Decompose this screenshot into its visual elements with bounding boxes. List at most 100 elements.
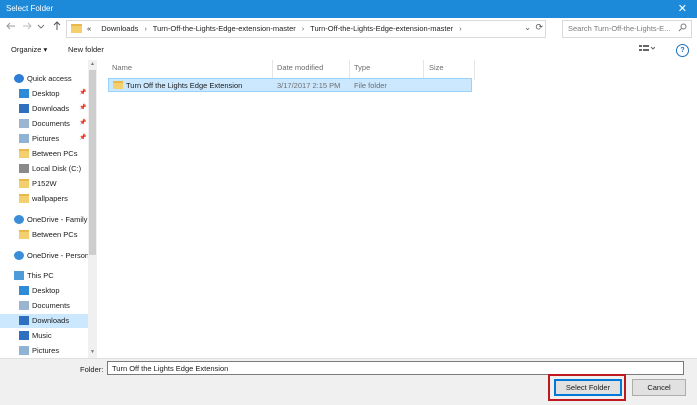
chevron-right-icon[interactable]: ›: [302, 26, 304, 33]
search-input[interactable]: Search Turn-Off-the-Lights-E...: [562, 20, 692, 38]
address-dropdown-icon[interactable]: ⌄: [524, 23, 531, 32]
download-icon: [19, 316, 29, 325]
column-divider[interactable]: [349, 60, 350, 80]
search-placeholder: Search Turn-Off-the-Lights-E...: [568, 24, 671, 33]
arrow-left-icon: [6, 22, 15, 30]
back-button[interactable]: [4, 21, 18, 35]
desktop-icon: [19, 286, 29, 295]
sidebar-item[interactable]: Pictures 📌: [0, 132, 88, 146]
scroll-up-icon[interactable]: ▲: [89, 61, 96, 67]
help-button[interactable]: ?: [676, 44, 689, 57]
address-bar[interactable]: « Downloads › Turn-Off-the-Lights-Edge-e…: [66, 20, 546, 38]
navigation-scrollbar[interactable]: ▲ ▼: [88, 60, 97, 358]
desktop-icon: [19, 89, 29, 98]
sidebar-item-label: Quick access: [27, 74, 72, 83]
command-bar: Organize ▾ New folder ?: [0, 40, 697, 60]
computer-icon: [14, 271, 24, 280]
sidebar-item-label: P152W: [32, 179, 57, 188]
cancel-button[interactable]: Cancel: [632, 379, 686, 396]
documents-icon: [19, 301, 29, 310]
sidebar-item-label: Documents: [32, 119, 70, 128]
close-icon[interactable]: ✕: [678, 2, 687, 15]
sidebar-item[interactable]: wallpapers: [0, 192, 88, 206]
arrow-up-icon: [53, 21, 61, 30]
view-options-icon[interactable]: [639, 44, 656, 55]
folder-icon: [71, 24, 82, 33]
pin-icon: 📌: [79, 135, 87, 141]
sidebar-item-label: Downloads: [32, 104, 70, 113]
sidebar-item-label: Between PCs: [32, 149, 78, 158]
folder-icon: [19, 230, 29, 239]
organize-menu[interactable]: Organize ▾: [11, 45, 47, 54]
sidebar-item[interactable]: Pictures: [0, 344, 88, 358]
search-icon[interactable]: [678, 23, 687, 34]
column-header-size[interactable]: Size: [429, 63, 444, 77]
sidebar-item[interactable]: Music: [0, 329, 88, 343]
column-header-name[interactable]: Name: [112, 63, 132, 77]
sidebar-item[interactable]: OneDrive - Person: [0, 249, 89, 263]
column-header-date[interactable]: Date modified: [277, 63, 323, 77]
sidebar-item[interactable]: Desktop: [0, 284, 88, 298]
window-title: Select Folder: [6, 4, 54, 13]
recent-locations-button[interactable]: [34, 21, 48, 35]
sidebar-item[interactable]: Desktop 📌: [0, 87, 88, 101]
refresh-icon[interactable]: ⟳: [535, 22, 543, 33]
column-divider[interactable]: [423, 60, 424, 80]
folder-icon: [113, 81, 123, 89]
navigation-bar: « Downloads › Turn-Off-the-Lights-Edge-e…: [0, 18, 697, 41]
sidebar-item-label: This PC: [27, 271, 54, 280]
sidebar-item[interactable]: Quick access: [0, 72, 88, 86]
sidebar-item[interactable]: Downloads: [0, 314, 88, 328]
sidebar-item-label: Between PCs: [32, 230, 78, 239]
arrow-right-icon: [23, 22, 32, 30]
navigation-pane: Quick access Desktop 📌 Downloads 📌 Documents 📌…: [0, 60, 97, 358]
sidebar-item-label: Desktop: [32, 286, 60, 295]
download-icon: [19, 104, 29, 113]
title-bar: Select Folder ✕: [0, 0, 697, 18]
sidebar-item-label: OneDrive - Family: [27, 215, 88, 224]
sidebar-item[interactable]: Between PCs: [0, 147, 88, 161]
scroll-down-icon[interactable]: ▼: [89, 349, 96, 355]
sidebar-item-label: Music: [32, 331, 52, 340]
sidebar-item[interactable]: OneDrive - Family: [0, 213, 88, 227]
file-row[interactable]: Turn Off the Lights Edge Extension 3/17/…: [108, 78, 472, 92]
folder-label: Folder:: [80, 365, 104, 374]
scrollbar-thumb[interactable]: [89, 70, 96, 255]
sidebar-item-label: wallpapers: [32, 194, 68, 203]
folder-icon: [19, 149, 29, 158]
breadcrumb-overflow[interactable]: «: [87, 24, 91, 33]
file-date: 3/17/2017 2:15 PM: [277, 81, 341, 90]
sidebar-item[interactable]: Documents 📌: [0, 117, 88, 131]
column-divider[interactable]: [272, 60, 273, 80]
folder-icon: [19, 179, 29, 188]
pin-icon: 📌: [79, 90, 87, 96]
folder-name-input[interactable]: Turn Off the Lights Edge Extension: [107, 361, 684, 375]
sidebar-item-label: Pictures: [32, 346, 60, 355]
sidebar-item[interactable]: Between PCs: [0, 228, 88, 242]
chevron-right-icon[interactable]: ›: [459, 26, 461, 33]
sidebar-item-label: Pictures: [32, 134, 60, 143]
column-header-type[interactable]: Type: [354, 63, 370, 77]
breadcrumb-item[interactable]: Turn-Off-the-Lights-Edge-extension-maste…: [310, 24, 453, 33]
documents-icon: [19, 119, 29, 128]
chevron-right-icon[interactable]: ›: [144, 26, 146, 33]
sidebar-item[interactable]: Documents: [0, 299, 88, 313]
new-folder-button[interactable]: New folder: [68, 45, 104, 54]
music-icon: [19, 331, 29, 340]
sidebar-item[interactable]: Downloads 📌: [0, 102, 88, 116]
file-type: File folder: [354, 81, 387, 90]
up-button[interactable]: [50, 21, 64, 35]
sidebar-item[interactable]: P152W: [0, 177, 88, 191]
sidebar-item-label: Documents: [32, 301, 70, 310]
column-divider[interactable]: [474, 60, 475, 80]
forward-button[interactable]: [20, 21, 34, 35]
sidebar-item-label: Desktop: [32, 89, 60, 98]
breadcrumb: « Downloads › Turn-Off-the-Lights-Edge-e…: [87, 24, 466, 33]
sidebar-item[interactable]: Local Disk (C:): [0, 162, 88, 176]
folder-icon: [19, 194, 29, 203]
chevron-down-icon: [37, 24, 45, 29]
breadcrumb-item[interactable]: Downloads: [101, 24, 138, 33]
sidebar-item[interactable]: This PC: [0, 269, 88, 283]
breadcrumb-item[interactable]: Turn-Off-the-Lights-Edge-extension-maste…: [153, 24, 296, 33]
onedrive-icon: [14, 215, 24, 224]
